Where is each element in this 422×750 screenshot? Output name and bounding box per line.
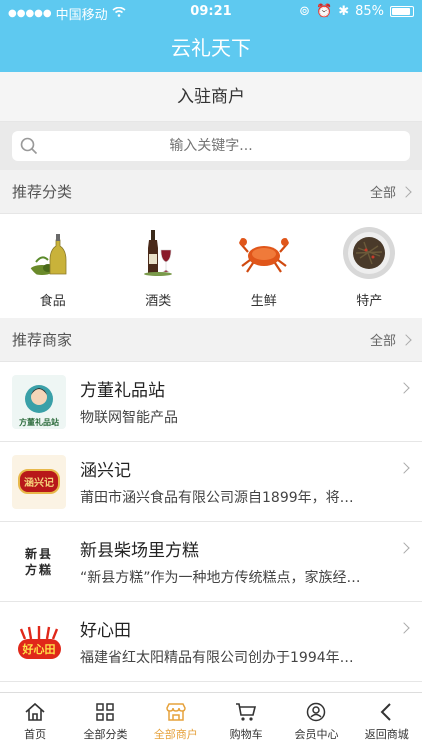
category-item-seafood[interactable]: 生鲜	[224, 226, 304, 318]
merchant-logo: 好心田	[12, 614, 66, 669]
grid-icon	[96, 702, 115, 721]
svg-text:方董礼品站: 方董礼品站	[19, 417, 59, 427]
merchant-logo: 方董礼品站	[12, 374, 66, 429]
merchant-logo: 涵兴记	[12, 454, 66, 509]
cart-icon	[236, 702, 257, 721]
battery-percent: 85%	[355, 4, 384, 19]
merchant-name: 涵兴记	[80, 461, 131, 481]
tab-back-to-mall[interactable]: 返回商城	[352, 693, 422, 750]
merchants-title: 推荐商家	[12, 331, 73, 349]
categories-title: 推荐分类	[12, 183, 73, 201]
tab-all-merchants[interactable]: 全部商户	[141, 693, 211, 750]
alarm-icon: ⏰	[316, 4, 333, 19]
chevron-right-icon	[400, 185, 412, 198]
merchant-desc: 物联网智能产品	[80, 410, 178, 426]
merchant-item[interactable]: 新县方糕 新县柴场里方糕 “新县方糕”作为一种地方传统糕点，家族经…	[0, 522, 422, 602]
categories-header: 推荐分类 全部	[0, 170, 422, 214]
user-icon	[307, 702, 326, 721]
category-item-wine[interactable]: 酒类	[118, 226, 198, 318]
category-label: 食品	[39, 294, 66, 309]
category-label: 酒类	[145, 294, 172, 309]
merchant-item[interactable]: 涵兴记 涵兴记 莆田市涵兴食品有限公司源自1899年，将…	[0, 442, 422, 522]
tab-all-categories[interactable]: 全部分类	[70, 693, 140, 750]
back-icon	[380, 702, 391, 721]
merchants-header: 推荐商家 全部	[0, 318, 422, 362]
wine-bottle-icon	[144, 230, 173, 276]
merchant-item[interactable]: 方董礼品站 方董礼品站 物联网智能产品	[0, 362, 422, 442]
category-item-specialty[interactable]: 特产	[329, 226, 409, 318]
search-icon	[20, 137, 38, 155]
category-list: 食品 酒类 生鲜 特产	[0, 214, 422, 318]
battery-icon	[390, 6, 414, 17]
tab-cart[interactable]: 购物车	[211, 693, 281, 750]
chevron-right-icon	[398, 622, 410, 634]
category-label: 特产	[356, 294, 383, 309]
page-title: 入驻商户	[0, 72, 422, 122]
merchant-desc: 福建省红太阳精品有限公司创办于1994年…	[80, 650, 354, 666]
merchant-desc: “新县方糕”作为一种地方传统糕点，家族经…	[80, 570, 361, 586]
bottom-tab-bar: 首页 全部分类 全部商户 购物车 会员中心 返回商城	[0, 692, 422, 750]
crab-icon	[238, 238, 289, 273]
merchant-list: 方董礼品站 方董礼品站 物联网智能产品 涵兴记 涵兴记 莆田市涵兴食品有限公司源…	[0, 362, 422, 692]
status-bar: ●●●●● 中国移动 09:21 ⊚ ⏰ ✱ 85%	[0, 0, 422, 24]
category-label: 生鲜	[250, 294, 277, 309]
home-icon	[25, 702, 45, 721]
chevron-right-icon	[398, 462, 410, 474]
category-item-food[interactable]: 食品	[13, 226, 93, 318]
dried-food-plate-icon	[343, 227, 396, 279]
merchant-desc: 莆田市涵兴食品有限公司源自1899年，将…	[80, 490, 354, 506]
chevron-right-icon	[400, 333, 412, 346]
tab-home[interactable]: 首页	[0, 693, 70, 750]
categories-more-link[interactable]: 全部	[370, 182, 412, 201]
merchant-name: 新县柴场里方糕	[80, 541, 199, 561]
search-bar	[0, 122, 422, 170]
merchants-more-link[interactable]: 全部	[370, 330, 412, 349]
bluetooth-icon: ✱	[338, 4, 350, 19]
chevron-right-icon	[398, 542, 410, 554]
olive-oil-icon	[29, 234, 67, 275]
merchant-logo: 新县方糕	[12, 534, 66, 589]
search-box[interactable]	[12, 131, 410, 161]
woman-avatar-logo: 方董礼品站	[19, 384, 59, 427]
sun-rays-icon	[19, 625, 59, 639]
chevron-right-icon	[398, 382, 410, 394]
search-input[interactable]	[12, 131, 410, 161]
lock-rotation-icon: ⊚	[299, 4, 310, 19]
merchant-item[interactable]: 好心田 好心田 福建省红太阳精品有限公司创办于1994年…	[0, 602, 422, 682]
app-title: 云礼天下	[0, 24, 422, 72]
tab-member-center[interactable]: 会员中心	[281, 693, 351, 750]
merchant-name: 好心田	[80, 621, 131, 641]
store-icon	[166, 702, 186, 721]
merchant-name: 方董礼品站	[80, 381, 165, 401]
